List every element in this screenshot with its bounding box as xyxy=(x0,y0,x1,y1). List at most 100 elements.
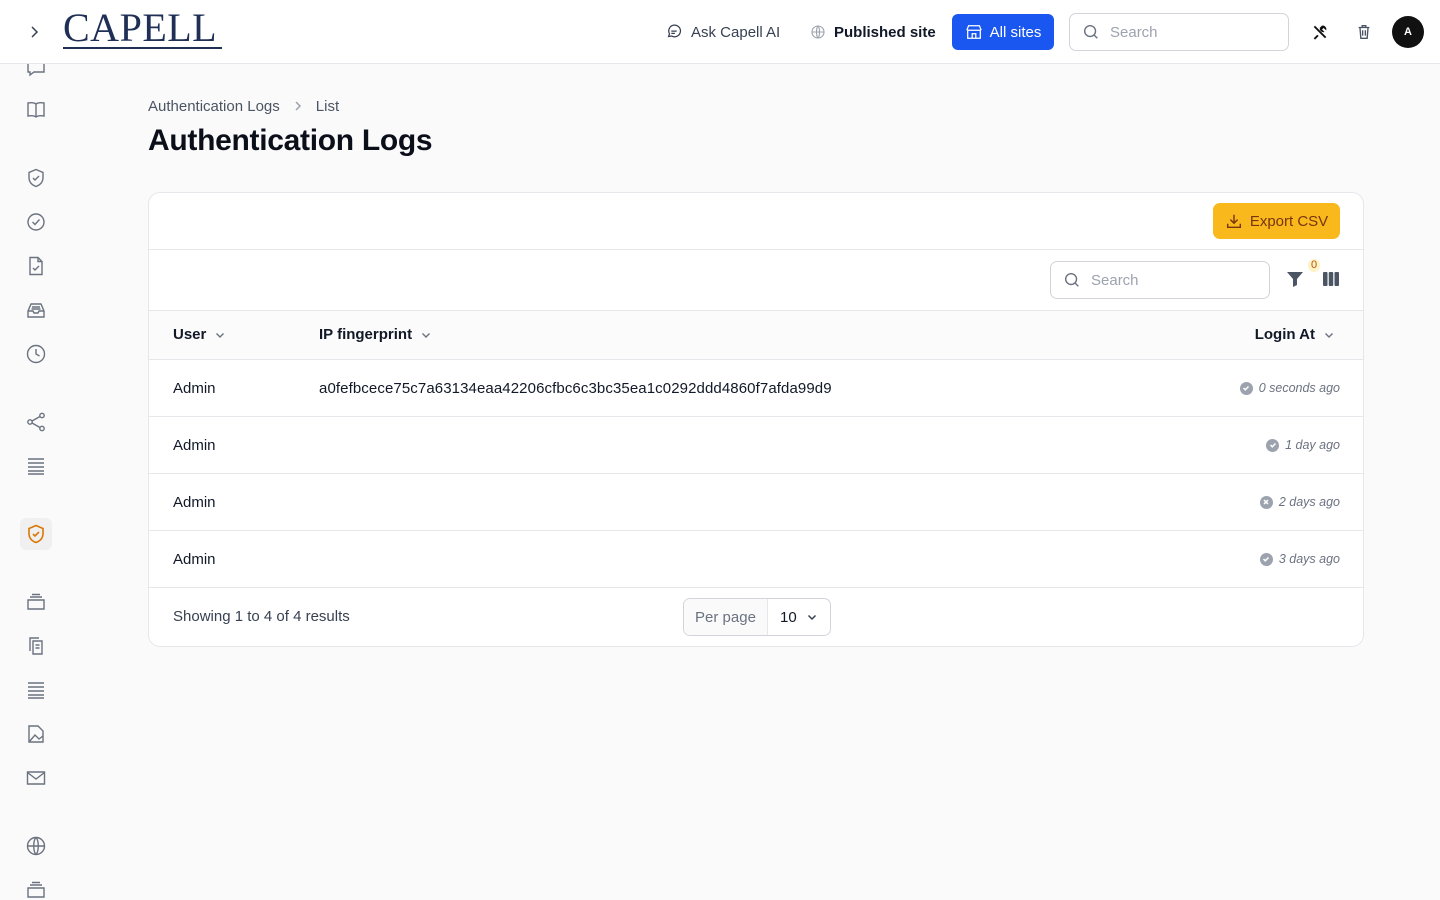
failed-status-icon xyxy=(1259,495,1273,509)
copy-icon xyxy=(29,637,43,655)
archive-icon xyxy=(27,593,45,610)
chevron-down-icon xyxy=(1325,332,1333,338)
trash-icon xyxy=(1358,25,1370,39)
chevron-down-icon xyxy=(807,614,817,621)
sidebar-book-icon[interactable] xyxy=(20,94,52,126)
published-site-label: Published site xyxy=(834,23,936,41)
cell-user: Admin xyxy=(173,551,216,568)
cell-user: Admin xyxy=(173,380,216,397)
table-footer: Showing 1 to 4 of 4 results Per page 10 xyxy=(149,588,1363,646)
column-login-label: Login At xyxy=(1254,326,1315,343)
storefront-icon xyxy=(965,25,982,39)
column-user-label: User xyxy=(173,326,207,343)
cell-login-at: 3 days ago xyxy=(1259,552,1340,566)
global-search-input[interactable] xyxy=(1110,23,1270,41)
column-header-login-at[interactable]: Login At xyxy=(1255,326,1335,343)
table-search-input[interactable] xyxy=(1091,271,1251,289)
column-header-ip[interactable]: IP fingerprint xyxy=(319,326,432,343)
per-page-value: 10 xyxy=(780,608,797,626)
sidebar-mail-icon[interactable] xyxy=(20,762,52,794)
all-sites-button[interactable]: All sites xyxy=(952,14,1054,50)
page-title: Authentication Logs xyxy=(148,124,433,157)
filter-button[interactable] xyxy=(1284,268,1306,290)
sidebar-list-2-icon[interactable] xyxy=(20,674,52,706)
chat-bubble-icon xyxy=(667,24,682,38)
per-page-select[interactable]: 10 xyxy=(768,599,830,635)
cell-login-at: 0 seconds ago xyxy=(1239,381,1340,395)
breadcrumb-parent[interactable]: Authentication Logs xyxy=(148,98,280,115)
sidebar-list-icon[interactable] xyxy=(20,450,52,482)
list-icon xyxy=(28,682,44,699)
sidebar-file-check-icon[interactable] xyxy=(20,250,52,282)
shield-check-icon xyxy=(28,168,44,188)
expand-sidebar-button[interactable] xyxy=(20,18,48,46)
table-row[interactable]: Admin a0fefbcece75c7a63134eaa42206cfbc6c… xyxy=(149,360,1363,417)
chevron-down-icon xyxy=(216,332,225,338)
inbox-icon xyxy=(27,303,45,318)
top-bar: CAPELL Ask Capell AI Published site All … xyxy=(0,0,1440,64)
table-search[interactable] xyxy=(1050,261,1270,299)
sidebar-check-icon[interactable] xyxy=(20,206,52,238)
search-icon xyxy=(1083,24,1098,39)
sidebar-share-icon[interactable] xyxy=(20,406,52,438)
sidebar-archive-2-icon[interactable] xyxy=(20,874,52,900)
card-header: Export CSV xyxy=(149,193,1363,250)
wrench-screwdriver-icon xyxy=(1313,25,1327,40)
published-site-link[interactable]: Published site xyxy=(810,20,936,44)
login-time: 3 days ago xyxy=(1278,552,1340,566)
export-csv-button[interactable]: Export CSV xyxy=(1213,203,1340,239)
book-icon xyxy=(27,102,45,118)
tools-button[interactable] xyxy=(1308,20,1332,44)
sidebar-copy-icon[interactable] xyxy=(20,630,52,662)
table-row[interactable]: Admin 2 days ago xyxy=(149,474,1363,531)
search-icon xyxy=(1064,272,1079,287)
share-icon xyxy=(27,412,45,432)
chevron-right-icon xyxy=(295,101,301,111)
ask-ai-link[interactable]: Ask Capell AI xyxy=(665,20,780,44)
globe-icon xyxy=(811,25,825,39)
sidebar-archive-icon[interactable] xyxy=(20,586,52,618)
trash-button[interactable] xyxy=(1352,20,1376,44)
cell-user: Admin xyxy=(173,494,216,511)
cell-ip: a0fefbcece75c7a63134eaa42206cfbc6c3bc35e… xyxy=(319,380,832,397)
user-avatar[interactable]: A xyxy=(1392,16,1424,48)
global-search[interactable] xyxy=(1069,13,1289,51)
download-icon xyxy=(1226,214,1241,229)
globe-icon xyxy=(26,836,46,856)
table-header: User IP fingerprint Login At xyxy=(149,311,1363,360)
list-icon xyxy=(28,458,44,475)
login-time: 1 day ago xyxy=(1285,438,1340,452)
sidebar xyxy=(0,60,72,900)
chevron-down-icon xyxy=(422,332,431,338)
login-time: 2 days ago xyxy=(1278,495,1340,509)
brand-name: CAPELL xyxy=(63,5,218,50)
sidebar-auth-logs-icon[interactable] xyxy=(20,518,52,550)
table-row[interactable]: Admin 1 day ago xyxy=(149,417,1363,474)
columns-icon xyxy=(1323,272,1339,286)
chevron-right-icon xyxy=(31,26,39,38)
toggle-columns-button[interactable] xyxy=(1320,268,1342,290)
sidebar-globe-icon[interactable] xyxy=(20,830,52,862)
results-summary: Showing 1 to 4 of 4 results xyxy=(173,608,350,625)
table-toolbar: 0 xyxy=(149,250,1363,311)
sidebar-image-file-icon[interactable] xyxy=(20,718,52,750)
sidebar-inbox-icon[interactable] xyxy=(20,294,52,326)
auth-logs-table-card: Export CSV 0 User IP fingerprint Login A… xyxy=(148,192,1364,647)
image-file-icon xyxy=(28,725,44,743)
shield-check-active-icon xyxy=(28,524,44,544)
clock-icon xyxy=(26,344,46,364)
brand-logo[interactable]: CAPELL xyxy=(63,8,222,52)
cell-login-at: 2 days ago xyxy=(1259,495,1340,509)
sidebar-clock-icon[interactable] xyxy=(20,338,52,370)
per-page-control: Per page 10 xyxy=(683,598,831,636)
ask-ai-label: Ask Capell AI xyxy=(691,23,781,41)
breadcrumb-current: List xyxy=(315,97,340,115)
table-row[interactable]: Admin 3 days ago xyxy=(149,531,1363,588)
file-check-icon xyxy=(29,256,43,276)
sidebar-shield-icon[interactable] xyxy=(20,162,52,194)
column-header-user[interactable]: User xyxy=(173,326,226,343)
export-csv-label: Export CSV xyxy=(1249,212,1329,230)
cell-user: Admin xyxy=(173,437,216,454)
funnel-icon xyxy=(1287,272,1303,287)
column-ip-label: IP fingerprint xyxy=(319,326,413,343)
